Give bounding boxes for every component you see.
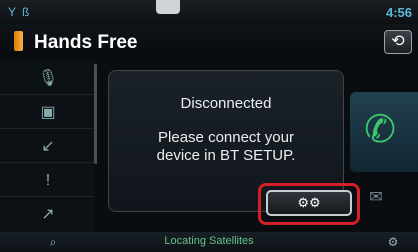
menu-divider [0, 128, 94, 129]
connection-message: Please connect your device in BT SETUP. [119, 129, 333, 165]
menu-divider [0, 162, 94, 163]
status-bar: Y ß 4:56 [0, 0, 418, 24]
gps-status: Locating Satellites [164, 235, 254, 247]
status-time: 4:56 [385, 5, 412, 20]
back-button[interactable]: ⟲ [384, 30, 412, 54]
page-title: Hands Free [34, 32, 138, 53]
call-menu: 🎙 ▣ ↙ ! ↗ [0, 60, 94, 232]
sms-button[interactable]: ✉ [356, 186, 396, 210]
outgoing-calls-icon: ↗ [41, 206, 55, 223]
connection-status: Disconnected [180, 95, 272, 112]
outgoing-calls-button[interactable]: ↗ [28, 202, 68, 228]
title-bar: Hands Free ⟲ [0, 24, 418, 60]
bt-setup-button[interactable]: ⚙⚙ [266, 190, 352, 216]
menu-scrollbar[interactable] [94, 64, 97, 164]
missed-calls-icon: ! [45, 172, 51, 189]
incoming-calls-button[interactable]: ↙ [28, 134, 68, 160]
settings-button[interactable]: ⚙ [376, 234, 410, 250]
menu-divider [0, 94, 94, 95]
message-line-1: Please connect your [158, 129, 294, 146]
gears-icon: ⚙⚙ [297, 195, 321, 210]
call-button[interactable]: ✆ [350, 92, 418, 172]
menu-divider [0, 196, 94, 197]
sms-icon: ✉ [369, 189, 383, 206]
settings-icon: ⚙ [387, 235, 399, 249]
incoming-calls-icon: ↙ [41, 138, 55, 155]
message-line-2: device in BT SETUP. [156, 147, 296, 164]
top-indicator [156, 0, 180, 14]
phonebook-button[interactable]: ▣ [28, 100, 68, 126]
missed-calls-button[interactable]: ! [28, 168, 68, 194]
phone-handset-icon: ✆ [364, 109, 396, 151]
phonebook-icon: ▣ [40, 104, 56, 121]
bluetooth-icon: ß [22, 5, 30, 19]
back-arrow-icon: ⟲ [391, 33, 405, 50]
bottom-bar: ⌕ Locating Satellites ⚙ [0, 232, 418, 252]
signal-icon: Y [8, 5, 17, 19]
voice-dial-button[interactable]: 🎙 [28, 66, 68, 92]
voice-dial-icon: 🎙 [37, 70, 59, 87]
hands-free-screen: Y ß 4:56 Hands Free ⟲ 🎙 ▣ ↙ ! ↗ Disconne… [0, 0, 418, 252]
hands-free-app-icon [14, 31, 23, 51]
